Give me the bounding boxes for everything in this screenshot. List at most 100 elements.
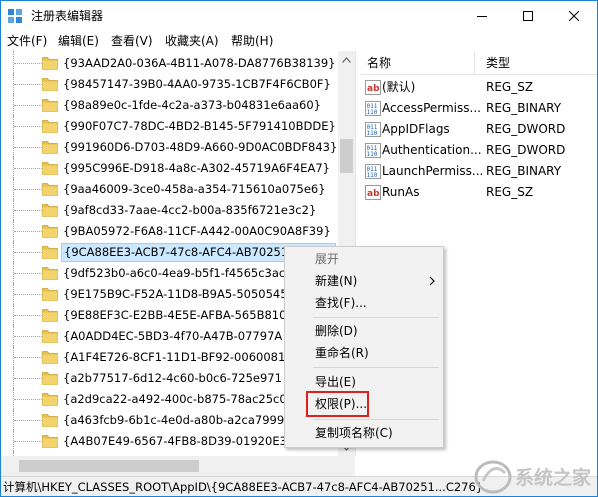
menu-separator	[313, 317, 439, 318]
chevron-up-icon	[342, 56, 351, 63]
menu-view[interactable]: 查看(V)	[111, 32, 153, 50]
context-menu-item[interactable]: 新建(N)	[287, 271, 442, 292]
folder-icon	[42, 57, 58, 70]
tree-branch-line	[14, 84, 42, 85]
value-type: REG_SZ	[486, 185, 534, 199]
svg-text:110: 110	[367, 151, 378, 158]
regedit-window: 注册表编辑器 文件(F) 编辑(E) 查看(V) 收藏夹(A) 帮助(H) {9…	[0, 0, 598, 497]
binary-value-icon: 011110	[365, 164, 381, 179]
minimize-button[interactable]	[459, 1, 505, 31]
menu-favorites[interactable]: 收藏夹(A)	[165, 32, 219, 50]
context-menu-item-label: 导出(E)	[315, 375, 356, 389]
watermark-text: 系统之家	[515, 466, 592, 489]
highlight-annotation-box	[306, 391, 369, 417]
value-row[interactable]: 011 110 AppIDFlags REG_DWORD	[361, 119, 597, 140]
value-row[interactable]: 011 110 AccessPermiss... REG_BINARY	[361, 98, 597, 119]
horizontal-scroll-thumb[interactable]	[19, 460, 199, 472]
svg-text:110: 110	[367, 172, 378, 179]
column-header-type[interactable]: 类型	[486, 55, 510, 71]
value-type: REG_SZ	[486, 80, 534, 94]
folder-icon	[42, 372, 58, 385]
tree-branch-line	[14, 252, 42, 253]
title-bar[interactable]: 注册表编辑器	[1, 1, 597, 31]
value-row[interactable]: 011 110 Authentication... REG_DWORD	[361, 140, 597, 161]
tree-item-label: {995C996E-D918-4a8c-A302-45719A6F4EA7}	[63, 161, 330, 175]
context-menu-item-label: 新建(N)	[315, 274, 358, 288]
tree-item-label: {A4B07E49-6567-4FB8-8D39-01920E3	[63, 434, 287, 448]
value-name: AccessPermiss...	[382, 101, 481, 115]
tree-item[interactable]: {990F07C7-78DC-4BD2-B145-5F791410BDDE}	[1, 114, 338, 138]
binary-value-icon: 011110	[365, 101, 381, 116]
folder-icon	[42, 141, 58, 154]
tree-item-label: {9E175B9C-F52A-11D8-B9A5-5050545	[63, 287, 288, 301]
tree-item[interactable]: {93AAD2A0-036A-4B11-A078-DA8776B38139}	[1, 51, 338, 75]
scroll-thumb[interactable]	[340, 139, 353, 173]
folder-icon	[42, 246, 58, 259]
folder-icon	[42, 330, 58, 343]
tree-item[interactable]: {9af8cd33-7aae-4cc2-b00a-835f6721e3c2}	[1, 198, 338, 222]
tree-branch-line	[14, 336, 42, 337]
watermark-logo: 系统之家	[471, 453, 597, 496]
folder-icon	[42, 351, 58, 364]
tree-item-label: {9af8cd33-7aae-4cc2-b00a-835f6721e3c2}	[63, 203, 317, 217]
tree-item[interactable]: {995C996E-D918-4a8c-A302-45719A6F4EA7}	[1, 156, 338, 180]
close-icon	[569, 11, 579, 21]
close-button[interactable]	[551, 1, 597, 31]
tree-item[interactable]: {9aa46009-3ce0-458a-a354-715610a075e6}	[1, 177, 338, 201]
tree-item[interactable]: {991960D6-D703-48D9-A660-9D0AC0BDF843}	[1, 135, 338, 159]
folder-icon	[42, 120, 58, 133]
tree-branch-line	[14, 168, 42, 169]
value-type: REG_BINARY	[486, 101, 562, 115]
tree-item[interactable]: {98a89e0c-1fde-4c2a-a373-b04831e6aa60}	[1, 93, 338, 117]
scroll-up-button[interactable]	[338, 51, 355, 68]
tree-item-label: {a463fcb9-6b1c-4e0d-a80b-a2ca7999	[63, 413, 285, 427]
tree-item[interactable]: {98457147-39B0-4AA0-9735-1CB7F4F6CB0F}	[1, 72, 338, 96]
tree-horizontal-scrollbar[interactable]	[1, 456, 355, 476]
value-type: REG_DWORD	[486, 122, 566, 136]
svg-text:ab: ab	[367, 189, 380, 199]
folder-icon	[42, 414, 58, 427]
menu-help[interactable]: 帮助(H)	[231, 32, 273, 50]
tree-item-label: {9BA05972-F6A8-11CF-A442-00A0C90A8F39}	[63, 224, 331, 238]
context-menu: 展开 新建(N) 查找(F)... 删除(D) 重命名(R) 导出(E) 权限(P)... 复…	[284, 246, 444, 448]
context-menu-item-label: 复制项名称(C)	[315, 426, 393, 440]
folder-icon	[42, 225, 58, 238]
value-name: Authentication...	[382, 143, 482, 157]
status-path: 计算机\HKEY_CLASSES_ROOT\AppID\{9CA88EE3-AC…	[3, 480, 484, 494]
tree-item-label: {a2b77517-6d12-4c60-b0c6-725e971	[63, 371, 282, 385]
folder-icon	[42, 183, 58, 196]
context-menu-item[interactable]: 复制项名称(C)	[287, 423, 442, 444]
column-divider[interactable]	[474, 51, 475, 75]
menu-separator	[313, 419, 439, 420]
tree-item[interactable]: {9BA05972-F6A8-11CF-A442-00A0C90A8F39}	[1, 219, 338, 243]
value-type: REG_BINARY	[486, 164, 562, 178]
column-header-name[interactable]: 名称	[367, 55, 391, 71]
value-row[interactable]: ab (默认) REG_SZ	[361, 77, 597, 98]
folder-icon	[42, 204, 58, 217]
value-row[interactable]: 011 110 LaunchPermiss... REG_BINARY	[361, 161, 597, 182]
folder-icon	[42, 309, 58, 322]
folder-icon	[42, 393, 58, 406]
window-title: 注册表编辑器	[31, 9, 104, 23]
menu-edit[interactable]: 编辑(E)	[58, 32, 99, 50]
tree-item-label: {a2d9ca22-a492-400c-b875-78ac25c0	[63, 392, 287, 406]
tree-item-label: {9df523b0-a6c0-4ea9-b5f1-f4565c3ac	[63, 266, 286, 280]
svg-text:110: 110	[367, 109, 378, 116]
tree-item-label: {9aa46009-3ce0-458a-a354-715610a075e6}	[63, 182, 326, 196]
maximize-button[interactable]	[505, 1, 551, 31]
tree-branch-line	[14, 378, 42, 379]
tree-branch-line	[14, 357, 42, 358]
context-menu-item[interactable]: 删除(D)	[287, 321, 442, 342]
context-menu-item[interactable]: 导出(E)	[287, 372, 442, 393]
folder-icon	[42, 267, 58, 280]
minimize-icon	[477, 16, 487, 17]
context-menu-item[interactable]: 重命名(R)	[287, 343, 442, 364]
value-row[interactable]: ab RunAs REG_SZ	[361, 182, 597, 203]
context-menu-item[interactable]: 查找(F)...	[287, 293, 442, 314]
tree-branch-line	[14, 63, 42, 64]
context-menu-item[interactable]: 展开	[287, 249, 442, 270]
context-menu-item-label: 展开	[315, 252, 340, 266]
tree-branch-line	[14, 294, 42, 295]
menu-file[interactable]: 文件(F)	[7, 32, 47, 50]
tree-item-label: {9E88EF3C-E2BB-4E5E-AFBA-565B810	[63, 308, 287, 322]
